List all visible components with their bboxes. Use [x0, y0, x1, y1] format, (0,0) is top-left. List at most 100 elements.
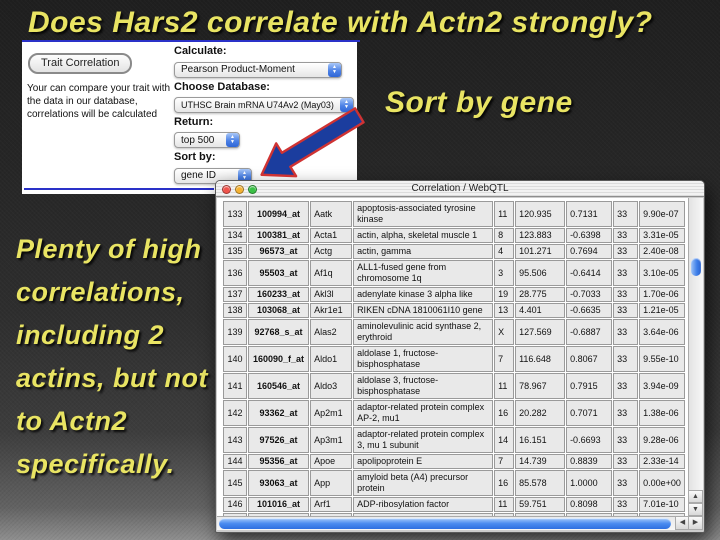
cell-p: 1.38e-06	[639, 400, 685, 426]
cell-gene[interactable]: Apoe	[310, 454, 352, 469]
cell-p: 9.28e-06	[639, 427, 685, 453]
cell-corr[interactable]: 0.7915	[566, 373, 612, 399]
trait-correlation-button[interactable]: Trait Correlation	[28, 53, 132, 74]
vertical-scrollbar-thumb[interactable]	[691, 258, 701, 276]
scroll-right-icon[interactable]: ▶	[688, 516, 703, 530]
vertical-scrollbar[interactable]: ▲ ▼	[688, 198, 703, 516]
divider	[24, 188, 214, 190]
cell-pos: 101.271	[515, 244, 565, 259]
correlation-window: Correlation / WebQTL 133100994_atAatkapo…	[215, 180, 705, 533]
cell-probe[interactable]: 160546_at	[248, 373, 309, 399]
cell-corr[interactable]: -0.7033	[566, 287, 612, 302]
cell-probe[interactable]: 100994_at	[248, 201, 309, 227]
cell-desc: actin, alpha, skeletal muscle 1	[353, 228, 493, 243]
cell-corr[interactable]: 0.8067	[566, 346, 612, 372]
cell-corr[interactable]: 0.8839	[566, 454, 612, 469]
cell-probe[interactable]: 101016_at	[248, 497, 309, 512]
cell-corr[interactable]: 1.0000	[566, 470, 612, 496]
cell-corr[interactable]: -0.6398	[566, 228, 612, 243]
cell-n: 33	[613, 303, 638, 318]
cell-chr: X	[494, 319, 514, 345]
cell-pos: 59.751	[515, 497, 565, 512]
cell-n: 33	[613, 400, 638, 426]
cell-gene[interactable]: Aldo1	[310, 346, 352, 372]
cell-p: 3.10e-05	[639, 260, 685, 286]
cell-corr[interactable]: -0.6693	[566, 427, 612, 453]
cell-gene[interactable]: Ap2m1	[310, 400, 352, 426]
cell-gene[interactable]: Actg	[310, 244, 352, 259]
cell-gene[interactable]: Acta1	[310, 228, 352, 243]
cell-gene[interactable]: Akr1e1	[310, 303, 352, 318]
horizontal-scrollbar-thumb[interactable]	[219, 518, 671, 529]
cell-probe[interactable]: 160090_f_at	[248, 346, 309, 372]
note-line: to Actn2	[16, 400, 226, 443]
cell-gene[interactable]: Aldo3	[310, 373, 352, 399]
cell-probe[interactable]: 92768_s_at	[248, 319, 309, 345]
note-line: actins, but not	[16, 357, 226, 400]
traffic-lights	[222, 185, 257, 194]
cell-probe[interactable]: 96573_at	[248, 244, 309, 259]
scroll-down-icon[interactable]: ▼	[688, 503, 703, 516]
cell-gene[interactable]: Akl3l	[310, 287, 352, 302]
cell-probe[interactable]: 103068_at	[248, 303, 309, 318]
cell-probe[interactable]: 93063_at	[248, 470, 309, 496]
cell-pos: 116.648	[515, 346, 565, 372]
cell-p: 2.33e-14	[639, 454, 685, 469]
return-select[interactable]: top 500 ▲▼	[174, 132, 240, 148]
cell-num: 142	[223, 400, 247, 426]
horizontal-scrollbar[interactable]: ◀ ▶	[217, 516, 703, 530]
note-line: specifically.	[16, 443, 226, 486]
cell-corr[interactable]: -0.6635	[566, 303, 612, 318]
cell-desc: aminolevulinic acid synthase 2, erythroi…	[353, 319, 493, 345]
cell-probe[interactable]: 95503_at	[248, 260, 309, 286]
cell-gene[interactable]: Arf1	[310, 497, 352, 512]
cell-num: 140	[223, 346, 247, 372]
cell-chr: 4	[494, 244, 514, 259]
cell-pos: 78.967	[515, 373, 565, 399]
cell-desc: aldolase 3, fructose-bisphosphatase	[353, 373, 493, 399]
cell-corr[interactable]: 0.7071	[566, 400, 612, 426]
cell-corr[interactable]: -0.6414	[566, 260, 612, 286]
close-icon[interactable]	[222, 185, 231, 194]
cell-gene[interactable]: Aatk	[310, 201, 352, 227]
table-row: 137160233_atAkl3ladenylate kinase 3 alph…	[223, 287, 685, 302]
cell-probe[interactable]: 97526_at	[248, 427, 309, 453]
cell-pos: 4.401	[515, 303, 565, 318]
cell-probe[interactable]: 160233_at	[248, 287, 309, 302]
cell-corr[interactable]: 0.7131	[566, 201, 612, 227]
cell-pos: 20.282	[515, 400, 565, 426]
sort-by-gene-caption: Sort by gene	[385, 86, 573, 120]
cell-corr[interactable]: 0.8098	[566, 497, 612, 512]
calculate-select[interactable]: Pearson Product-Moment ▲▼	[174, 62, 342, 78]
slide: Does Hars2 correlate with Actn2 strongly…	[0, 0, 720, 540]
zoom-icon[interactable]	[248, 185, 257, 194]
cell-pos: 85.578	[515, 470, 565, 496]
scroll-up-icon[interactable]: ▲	[688, 490, 703, 503]
minimize-icon[interactable]	[235, 185, 244, 194]
cell-n: 33	[613, 373, 638, 399]
cell-gene[interactable]: App	[310, 470, 352, 496]
cell-corr[interactable]: -0.6887	[566, 319, 612, 345]
cell-num: 138	[223, 303, 247, 318]
cell-n: 33	[613, 346, 638, 372]
cell-chr: 3	[494, 260, 514, 286]
stepper-icon: ▲▼	[226, 133, 239, 147]
cell-probe[interactable]: 95356_at	[248, 454, 309, 469]
cell-pos: 95.506	[515, 260, 565, 286]
cell-gene[interactable]: Alas2	[310, 319, 352, 345]
cell-gene[interactable]: Af1q	[310, 260, 352, 286]
callout-arrow-icon	[252, 106, 367, 186]
cell-probe[interactable]: 93362_at	[248, 400, 309, 426]
cell-pos: 123.883	[515, 228, 565, 243]
cell-p: 0.00e+00	[639, 470, 685, 496]
note-line: correlations,	[16, 271, 226, 314]
cell-corr[interactable]: 0.7694	[566, 244, 612, 259]
cell-p: 1.70e-06	[639, 287, 685, 302]
cell-desc: RIKEN cDNA 1810061I10 gene	[353, 303, 493, 318]
cell-gene[interactable]: Ap3m1	[310, 427, 352, 453]
database-label: Choose Database:	[174, 81, 356, 93]
correlation-table-body: 133100994_atAatkapoptosis-associated tyr…	[223, 201, 685, 516]
cell-probe[interactable]: 100381_at	[248, 228, 309, 243]
cell-chr: 16	[494, 400, 514, 426]
cell-chr: 7	[494, 454, 514, 469]
